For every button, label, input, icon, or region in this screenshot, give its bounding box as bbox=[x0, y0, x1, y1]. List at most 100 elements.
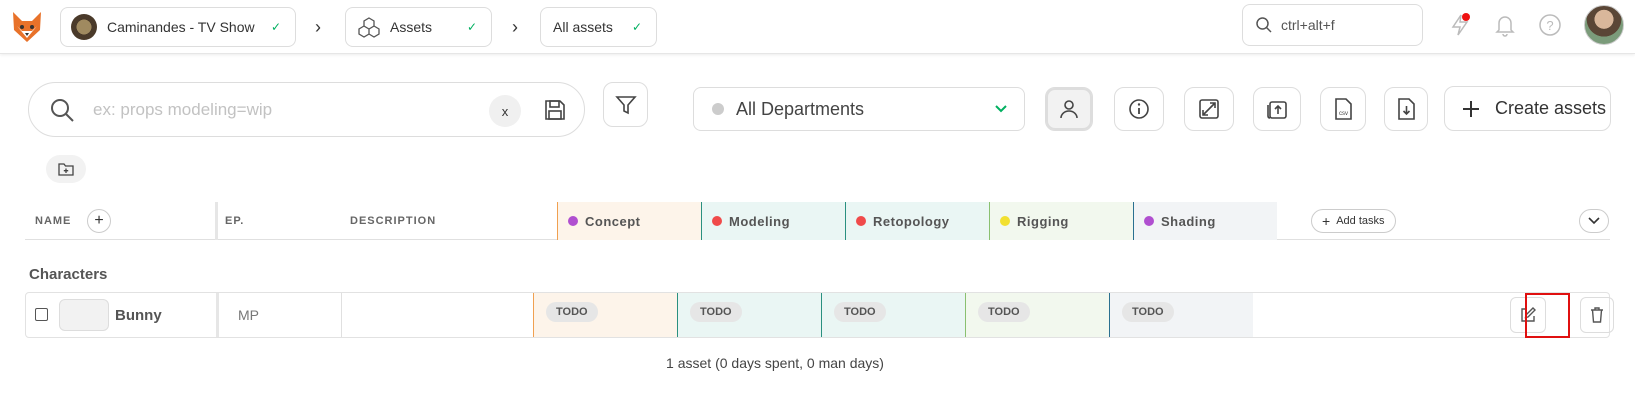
add-tasks-label: Add tasks bbox=[1336, 215, 1385, 227]
toggle-columns-button[interactable] bbox=[1579, 209, 1609, 233]
status-badge: TODO bbox=[978, 302, 1030, 322]
column-header-task[interactable]: Concept bbox=[557, 202, 701, 240]
column-header-task[interactable]: Modeling bbox=[701, 202, 845, 240]
svg-text:csv: csv bbox=[1339, 111, 1348, 117]
add-column-button[interactable]: + bbox=[87, 209, 111, 233]
task-name: Shading bbox=[1161, 213, 1216, 229]
info-toggle-button[interactable] bbox=[1114, 87, 1164, 131]
column-header-task[interactable]: Retopology bbox=[845, 202, 989, 240]
task-status-cell[interactable]: TODO bbox=[965, 293, 1109, 337]
filter-button[interactable] bbox=[603, 82, 648, 127]
section-name: Assets bbox=[390, 19, 433, 35]
chevron-down-icon: ✓ bbox=[466, 20, 477, 34]
csv-file-icon: csv bbox=[1335, 98, 1352, 120]
column-header-description[interactable]: DESCRIPTION bbox=[350, 202, 436, 240]
department-color-dot bbox=[712, 103, 724, 115]
create-assets-label: Create assets bbox=[1495, 98, 1607, 118]
asset-thumbnail[interactable] bbox=[59, 299, 109, 331]
filter-icon bbox=[614, 95, 637, 114]
column-divider bbox=[215, 202, 218, 240]
maximize-icon bbox=[1199, 99, 1219, 119]
user-avatar[interactable] bbox=[1584, 5, 1624, 45]
import-button[interactable] bbox=[1253, 87, 1301, 131]
status-badge: TODO bbox=[546, 302, 598, 322]
svg-text:?: ? bbox=[1546, 18, 1553, 33]
kitsu-logo-icon[interactable] bbox=[10, 10, 44, 44]
column-divider bbox=[216, 293, 219, 337]
plus-icon: + bbox=[1322, 213, 1331, 229]
production-avatar-icon bbox=[71, 14, 97, 40]
task-name: Modeling bbox=[729, 213, 791, 229]
expand-button[interactable] bbox=[1184, 87, 1234, 131]
asset-search-input[interactable]: ex: props modeling=wip x bbox=[28, 82, 585, 137]
download-file-icon bbox=[1398, 98, 1415, 120]
status-badge: TODO bbox=[1122, 302, 1174, 322]
export-csv-button[interactable]: csv bbox=[1320, 87, 1366, 131]
asset-search-placeholder: ex: props modeling=wip bbox=[93, 100, 273, 119]
chevron-down-icon bbox=[1588, 217, 1600, 225]
view-name: All assets bbox=[553, 19, 613, 35]
asset-type-title: Characters bbox=[29, 266, 108, 283]
plus-icon bbox=[1463, 100, 1479, 117]
task-name: Concept bbox=[585, 213, 641, 229]
global-search-placeholder: ctrl+alt+f bbox=[1281, 17, 1335, 33]
chevron-down-icon: ✓ bbox=[270, 20, 281, 34]
save-search-icon[interactable] bbox=[544, 99, 566, 121]
search-icon bbox=[51, 99, 74, 122]
news-lightning-icon[interactable] bbox=[1447, 12, 1473, 38]
task-status-cell[interactable]: TODO bbox=[821, 293, 965, 337]
department-select[interactable]: All Departments bbox=[693, 87, 1025, 131]
task-name: Rigging bbox=[1017, 213, 1069, 229]
info-icon bbox=[1129, 99, 1149, 119]
download-button[interactable] bbox=[1384, 87, 1428, 131]
chevron-right-icon: › bbox=[315, 17, 321, 37]
task-color-dot bbox=[856, 216, 866, 226]
cubes-icon bbox=[358, 17, 380, 38]
add-tasks-button[interactable]: + Add tasks bbox=[1311, 209, 1396, 233]
asset-episode: MP bbox=[238, 307, 259, 323]
column-header-task[interactable]: Shading bbox=[1133, 202, 1277, 240]
top-bar: Caminandes - TV Show ✓ › Assets ✓ › All … bbox=[0, 0, 1635, 54]
trash-icon bbox=[1591, 307, 1603, 323]
asset-name[interactable]: Bunny bbox=[115, 307, 162, 324]
task-color-dot bbox=[1000, 216, 1010, 226]
task-color-dot bbox=[568, 216, 578, 226]
edit-button-highlight bbox=[1525, 293, 1570, 338]
bell-icon[interactable] bbox=[1492, 12, 1518, 38]
table-header: NAME + EP. DESCRIPTION Concept Modeling … bbox=[25, 202, 1610, 240]
folder-plus-icon bbox=[58, 163, 74, 176]
clear-search-button[interactable]: x bbox=[489, 95, 521, 127]
production-name: Caminandes - TV Show bbox=[107, 19, 255, 35]
status-badge: TODO bbox=[690, 302, 742, 322]
column-divider bbox=[341, 293, 342, 337]
search-icon bbox=[1256, 17, 1272, 33]
task-name: Retopology bbox=[873, 213, 950, 229]
delete-asset-button[interactable] bbox=[1580, 297, 1614, 333]
view-selector[interactable]: All assets ✓ bbox=[540, 7, 657, 47]
row-checkbox[interactable] bbox=[35, 308, 48, 321]
column-header-name[interactable]: NAME bbox=[35, 202, 71, 240]
add-folder-button[interactable] bbox=[46, 155, 86, 183]
chevron-right-icon: › bbox=[512, 17, 518, 37]
chevron-down-icon bbox=[995, 105, 1007, 113]
person-icon bbox=[1060, 100, 1078, 119]
column-header-task[interactable]: Rigging bbox=[989, 202, 1133, 240]
task-color-dot bbox=[712, 216, 722, 226]
task-status-cell[interactable]: TODO bbox=[533, 293, 677, 337]
global-search-input[interactable]: ctrl+alt+f bbox=[1242, 4, 1423, 46]
chevron-down-icon: ✓ bbox=[631, 20, 642, 34]
assignees-toggle-button[interactable] bbox=[1045, 87, 1093, 131]
asset-stats: 1 asset (0 days spent, 0 man days) bbox=[666, 355, 884, 371]
upload-icon bbox=[1267, 101, 1287, 119]
section-selector[interactable]: Assets ✓ bbox=[345, 7, 492, 47]
task-color-dot bbox=[1144, 216, 1154, 226]
status-badge: TODO bbox=[834, 302, 886, 322]
table-row[interactable]: Bunny MP TODO TODO TODO TODO TODO bbox=[25, 292, 1614, 338]
production-selector[interactable]: Caminandes - TV Show ✓ bbox=[60, 7, 296, 47]
department-value: All Departments bbox=[736, 98, 865, 119]
help-icon[interactable]: ? bbox=[1537, 12, 1563, 38]
create-assets-button[interactable]: Create assets bbox=[1444, 86, 1611, 131]
column-header-episode[interactable]: EP. bbox=[225, 202, 244, 240]
task-status-cell[interactable]: TODO bbox=[1109, 293, 1253, 337]
task-status-cell[interactable]: TODO bbox=[677, 293, 821, 337]
